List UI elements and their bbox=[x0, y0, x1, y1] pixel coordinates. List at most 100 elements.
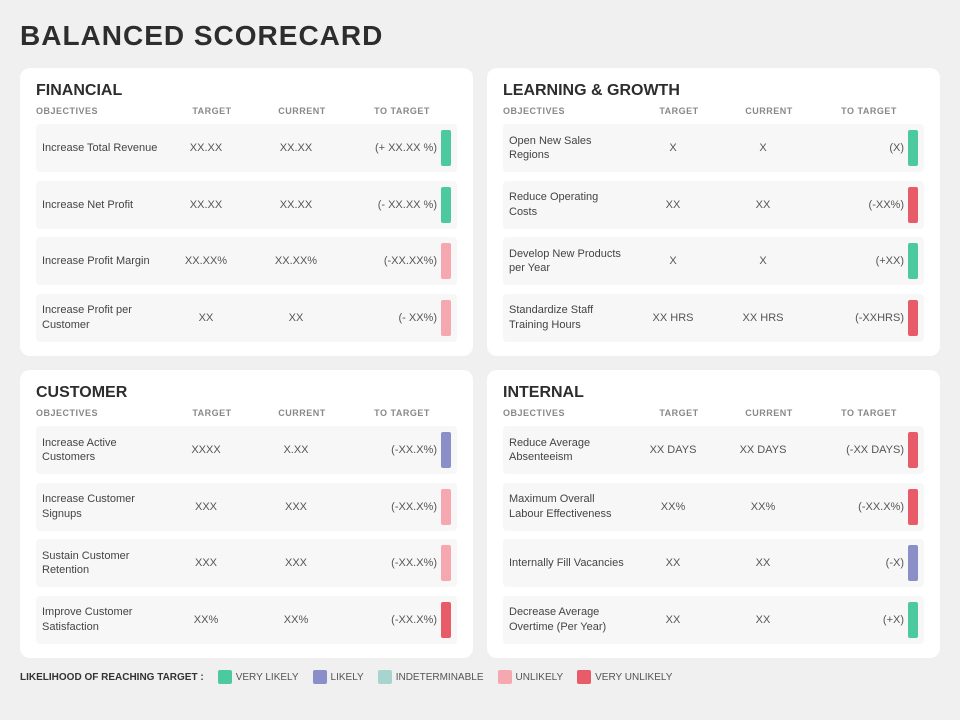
legend-dot bbox=[218, 670, 232, 684]
legend-label: VERY UNLIKELY bbox=[595, 672, 672, 683]
likelihood-bar bbox=[908, 489, 918, 525]
customer-col-headers: OBJECTIVESTARGETCURRENTTO TARGET bbox=[36, 404, 457, 422]
row-target: XX bbox=[161, 312, 251, 324]
row-current: X.XX bbox=[251, 444, 341, 456]
customer-title: CUSTOMER bbox=[36, 384, 457, 402]
row-to-target-text: (-X) bbox=[886, 557, 904, 569]
row-target: XX DAYS bbox=[628, 444, 718, 456]
legend-title: LIKELIHOOD OF REACHING TARGET : bbox=[20, 672, 204, 683]
row-to-target-text: (-XX.X%) bbox=[391, 557, 437, 569]
row-label: Develop New Products per Year bbox=[509, 247, 628, 276]
row-to-target-text: (-XX.XX%) bbox=[384, 255, 437, 267]
table-row: Maximum Overall Labour EffectivenessXX%X… bbox=[503, 483, 924, 531]
likelihood-bar bbox=[441, 489, 451, 525]
financial-rows: Increase Total RevenueXX.XXXX.XX(+ XX.XX… bbox=[36, 120, 457, 346]
row-target: XX.XX bbox=[161, 199, 251, 211]
legend: LIKELIHOOD OF REACHING TARGET : VERY LIK… bbox=[20, 670, 940, 684]
table-row: Increase Profit per CustomerXXXX(- XX%) bbox=[36, 294, 457, 342]
row-label: Decrease Average Overtime (Per Year) bbox=[509, 605, 628, 634]
row-label: Increase Net Profit bbox=[42, 198, 161, 212]
financial-header-2: CURRENT bbox=[257, 106, 347, 116]
internal-col-headers: OBJECTIVESTARGETCURRENTTO TARGET bbox=[503, 404, 924, 422]
page-title: BALANCED SCORECARD bbox=[20, 20, 940, 52]
row-to-target-text: (-XX.X%) bbox=[391, 444, 437, 456]
table-row: Increase Net ProfitXX.XXXX.XX(- XX.XX %) bbox=[36, 181, 457, 229]
row-to-target-cell: (+XX) bbox=[808, 243, 918, 279]
likelihood-bar bbox=[908, 545, 918, 581]
row-to-target-cell: (-XXHRS) bbox=[808, 300, 918, 336]
row-to-target-cell: (-XX DAYS) bbox=[808, 432, 918, 468]
row-label: Internally Fill Vacancies bbox=[509, 556, 628, 570]
row-current: XX% bbox=[251, 614, 341, 626]
learning-header-0: OBJECTIVES bbox=[503, 106, 634, 116]
row-to-target-text: (+XX) bbox=[876, 255, 904, 267]
legend-label: INDETERMINABLE bbox=[396, 672, 484, 683]
likelihood-bar bbox=[441, 243, 451, 279]
customer-rows: Increase Active CustomersXXXXX.XX(-XX.X%… bbox=[36, 422, 457, 648]
financial-col-headers: OBJECTIVESTARGETCURRENTTO TARGET bbox=[36, 102, 457, 120]
row-to-target-text: (-XX.X%) bbox=[391, 501, 437, 513]
row-to-target-text: (+ XX.XX %) bbox=[375, 142, 437, 154]
legend-dot bbox=[498, 670, 512, 684]
row-label: Increase Active Customers bbox=[42, 436, 161, 465]
row-label: Maximum Overall Labour Effectiveness bbox=[509, 492, 628, 521]
card-customer: CUSTOMER OBJECTIVESTARGETCURRENTTO TARGET… bbox=[20, 370, 473, 658]
card-learning: LEARNING & GROWTH OBJECTIVESTARGETCURRENT… bbox=[487, 68, 940, 356]
table-row: Open New Sales RegionsXX(X) bbox=[503, 124, 924, 172]
row-current: XX bbox=[718, 557, 808, 569]
row-target: XX.XX bbox=[161, 142, 251, 154]
row-to-target-cell: (-XX%) bbox=[808, 187, 918, 223]
table-row: Develop New Products per YearXX(+XX) bbox=[503, 237, 924, 285]
row-current: X bbox=[718, 255, 808, 267]
row-current: XX HRS bbox=[718, 312, 808, 324]
row-to-target-text: (+X) bbox=[883, 614, 904, 626]
learning-title: LEARNING & GROWTH bbox=[503, 82, 924, 100]
legend-item-indeterminable: INDETERMINABLE bbox=[378, 670, 484, 684]
financial-header-3: TO TARGET bbox=[347, 106, 457, 116]
card-financial: FINANCIAL OBJECTIVESTARGETCURRENTTO TARGE… bbox=[20, 68, 473, 356]
learning-col-headers: OBJECTIVESTARGETCURRENTTO TARGET bbox=[503, 102, 924, 120]
internal-title: INTERNAL bbox=[503, 384, 924, 402]
legend-dot bbox=[313, 670, 327, 684]
row-current: XX% bbox=[718, 501, 808, 513]
likelihood-bar bbox=[441, 130, 451, 166]
learning-rows: Open New Sales RegionsXX(X)Reduce Operat… bbox=[503, 120, 924, 346]
row-to-target-cell: (-XX.X%) bbox=[341, 545, 451, 581]
row-target: XX bbox=[628, 614, 718, 626]
row-label: Standardize Staff Training Hours bbox=[509, 303, 628, 332]
row-to-target-text: (-XX.X%) bbox=[858, 501, 904, 513]
row-to-target-cell: (+X) bbox=[808, 602, 918, 638]
row-to-target-cell: (-XX.XX%) bbox=[341, 243, 451, 279]
financial-title: FINANCIAL bbox=[36, 82, 457, 100]
table-row: Increase Active CustomersXXXXX.XX(-XX.X%… bbox=[36, 426, 457, 474]
row-label: Increase Profit per Customer bbox=[42, 303, 161, 332]
row-target: XX bbox=[628, 557, 718, 569]
customer-header-1: TARGET bbox=[167, 408, 257, 418]
table-row: Sustain Customer RetentionXXXXXX(-XX.X%) bbox=[36, 539, 457, 587]
row-to-target-cell: (-X) bbox=[808, 545, 918, 581]
row-current: XX.XX bbox=[251, 199, 341, 211]
row-current: XX.XX% bbox=[251, 255, 341, 267]
likelihood-bar bbox=[441, 187, 451, 223]
scorecard-grid: FINANCIALOBJECTIVESTARGETCURRENTTO TARGE… bbox=[20, 68, 940, 658]
row-current: XXX bbox=[251, 501, 341, 513]
row-label: Increase Profit Margin bbox=[42, 254, 161, 268]
likelihood-bar bbox=[908, 187, 918, 223]
row-to-target-cell: (+ XX.XX %) bbox=[341, 130, 451, 166]
table-row: Improve Customer SatisfactionXX%XX%(-XX.… bbox=[36, 596, 457, 644]
row-label: Reduce Average Absenteeism bbox=[509, 436, 628, 465]
row-current: XX.XX bbox=[251, 142, 341, 154]
financial-header-0: OBJECTIVES bbox=[36, 106, 167, 116]
likelihood-bar bbox=[908, 243, 918, 279]
likelihood-bar bbox=[441, 545, 451, 581]
row-to-target-cell: (X) bbox=[808, 130, 918, 166]
row-to-target-cell: (-XX.X%) bbox=[341, 432, 451, 468]
legend-item-very-likely: VERY LIKELY bbox=[218, 670, 299, 684]
row-target: X bbox=[628, 255, 718, 267]
row-to-target-text: (X) bbox=[889, 142, 904, 154]
likelihood-bar bbox=[908, 300, 918, 336]
row-to-target-text: (-XX%) bbox=[869, 199, 904, 211]
row-to-target-cell: (- XX%) bbox=[341, 300, 451, 336]
legend-dot bbox=[378, 670, 392, 684]
row-target: XX% bbox=[161, 614, 251, 626]
